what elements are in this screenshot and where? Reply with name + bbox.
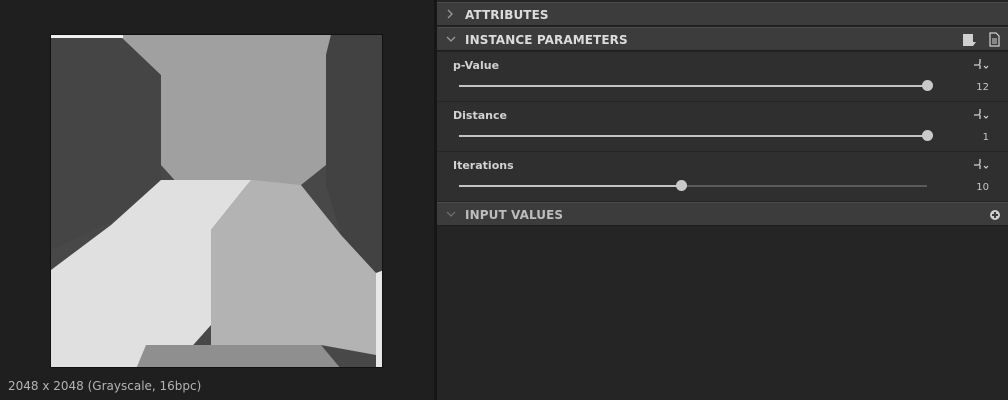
properties-panel: ATTRIBUTES INSTANCE PARAMETERS p-Value 1… — [437, 0, 1008, 400]
slider-thumb[interactable] — [676, 180, 687, 191]
save-preset-icon[interactable] — [961, 32, 977, 48]
section-title: ATTRIBUTES — [465, 8, 549, 22]
function-graph-icon[interactable] — [972, 107, 990, 123]
section-input-values[interactable]: INPUT VALUES — [437, 202, 1008, 226]
section-title: INPUT VALUES — [465, 208, 564, 222]
param-label: p-Value — [453, 59, 500, 72]
slider-fill — [459, 135, 927, 137]
slider-thumb[interactable] — [922, 130, 933, 141]
iterations-slider[interactable] — [459, 180, 927, 191]
chevron-down-icon[interactable] — [445, 206, 457, 222]
p-value-slider[interactable] — [459, 80, 933, 91]
param-label: Iterations — [453, 159, 514, 172]
param-row-iterations: Iterations 10 — [437, 152, 1008, 202]
section-instance-parameters[interactable]: INSTANCE PARAMETERS — [437, 27, 1008, 51]
param-value[interactable]: 12 — [976, 82, 989, 93]
chevron-right-icon[interactable] — [445, 6, 457, 22]
distance-slider[interactable] — [459, 130, 933, 141]
load-preset-icon[interactable] — [987, 32, 1003, 48]
param-row-p-value: p-Value 12 — [437, 52, 1008, 102]
slider-thumb[interactable] — [922, 80, 933, 91]
chevron-down-icon[interactable] — [445, 31, 457, 47]
param-value[interactable]: 1 — [983, 132, 989, 143]
section-title: INSTANCE PARAMETERS — [465, 33, 628, 47]
function-graph-icon[interactable] — [972, 57, 990, 73]
function-graph-icon[interactable] — [972, 157, 990, 173]
panel-empty-area — [437, 226, 1008, 400]
param-value[interactable]: 10 — [976, 182, 989, 193]
slider-fill — [459, 185, 681, 187]
texture-preview-image[interactable] — [50, 34, 383, 368]
section-attributes[interactable]: ATTRIBUTES — [437, 2, 1008, 26]
image-info-text: 2048 x 2048 (Grayscale, 16bpc) — [8, 379, 202, 393]
preview-pane: 2048 x 2048 (Grayscale, 16bpc) — [0, 0, 434, 400]
voronoi-pattern — [51, 35, 382, 367]
add-icon[interactable] — [990, 210, 1000, 220]
slider-fill — [459, 85, 927, 87]
param-row-distance: Distance 1 — [437, 102, 1008, 152]
param-label: Distance — [453, 109, 507, 122]
